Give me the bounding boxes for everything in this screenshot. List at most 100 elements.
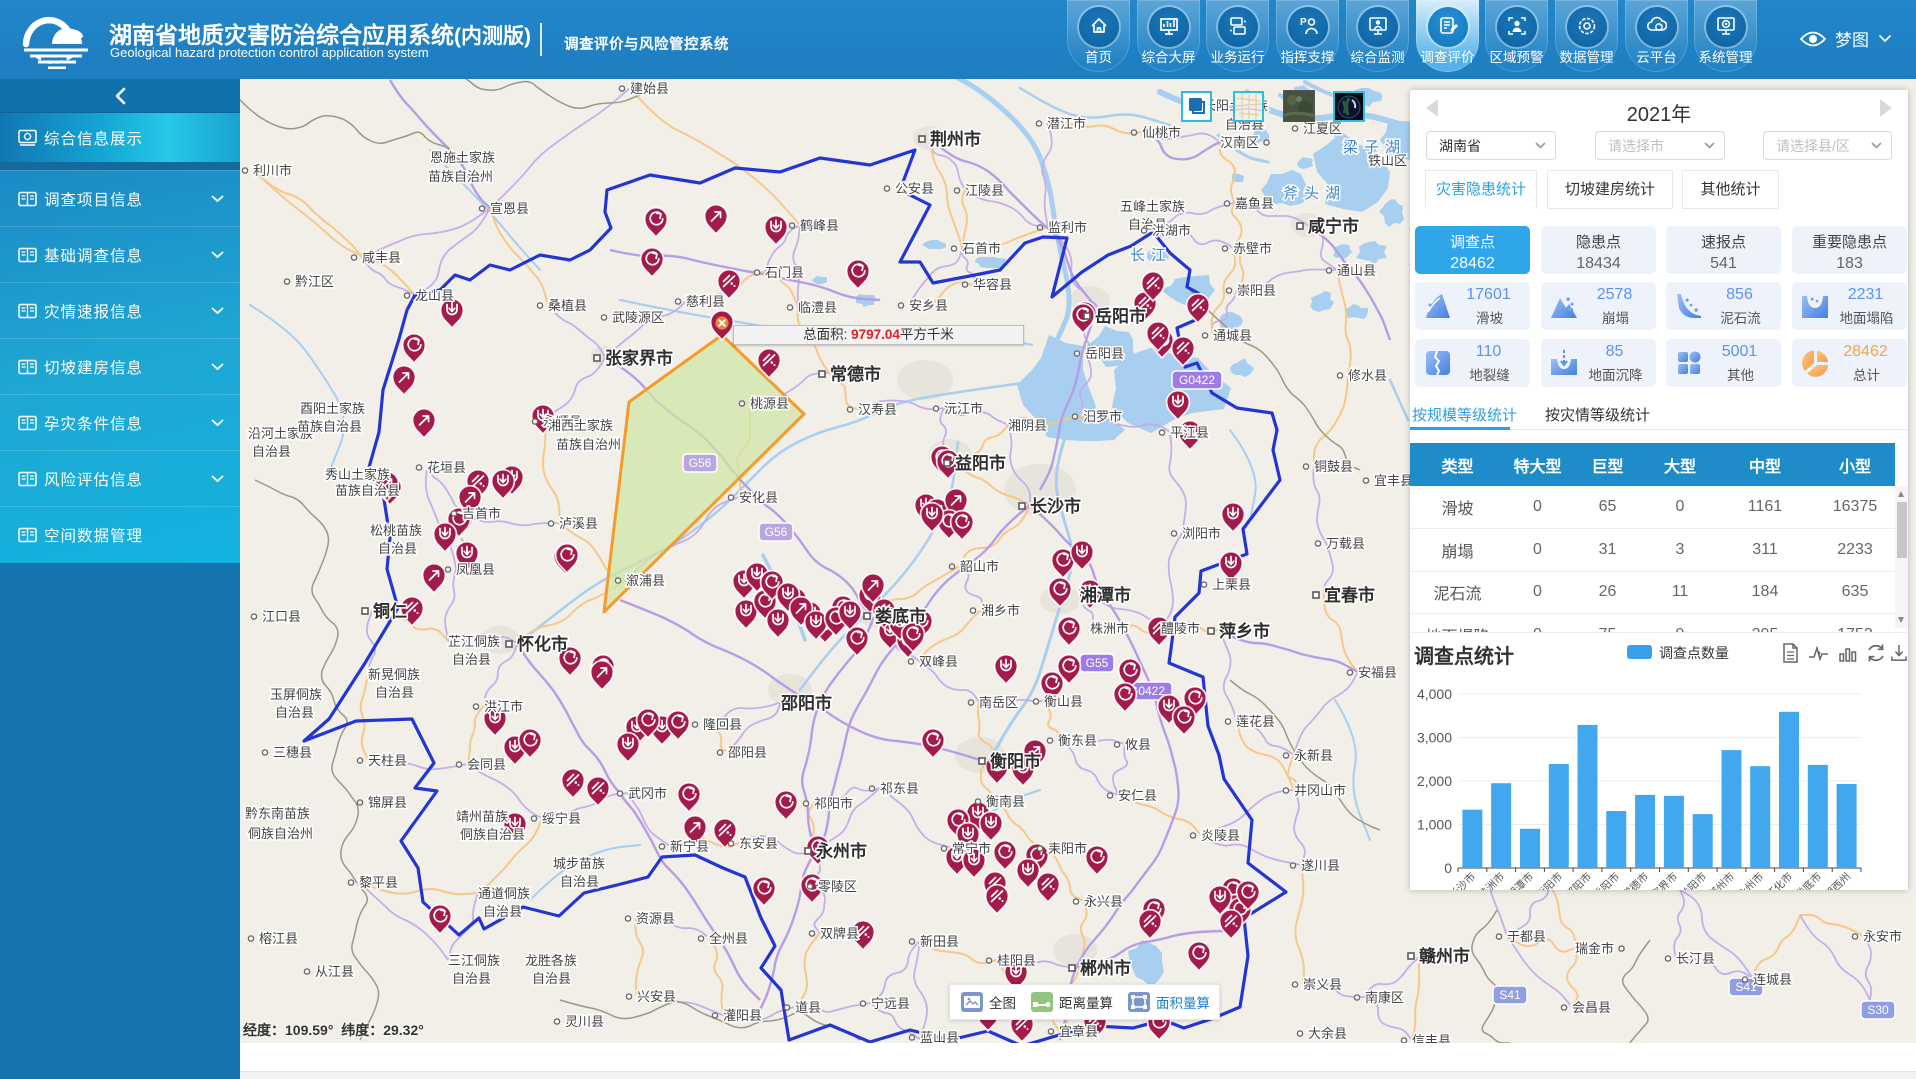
svg-text:湘潭市: 湘潭市 [1080,585,1131,605]
svg-text:道县: 道县 [795,1000,821,1015]
svg-text:江夏区: 江夏区 [1303,121,1342,136]
svg-text:怀化市: 怀化市 [517,634,568,654]
svg-text:遂川县: 遂川县 [1301,858,1340,873]
svg-text:湘潭市: 湘潭市 [1505,870,1536,890]
svg-text:苗族自治县: 苗族自治县 [335,483,400,498]
svg-text:苗族自治州: 苗族自治州 [556,437,621,452]
svg-text:新田县: 新田县 [920,934,959,949]
svg-text:鹤峰县: 鹤峰县 [800,218,839,233]
svg-text:江陵县: 江陵县 [965,183,1004,198]
svg-text:宣恩县: 宣恩县 [490,201,529,216]
svg-text:醴陵市: 醴陵市 [1161,621,1200,636]
svg-text:湘乡市: 湘乡市 [981,603,1020,618]
svg-text:桑植县: 桑植县 [548,298,587,313]
svg-text:安化县: 安化县 [739,490,778,505]
svg-text:斧头湖: 斧头湖 [1283,185,1346,202]
svg-text:隆回县: 隆回县 [703,717,742,732]
svg-text:苗族自治州: 苗族自治州 [428,169,493,184]
svg-text:怀化市: 怀化市 [1764,870,1795,890]
svg-text:长汀县: 长汀县 [1676,951,1715,966]
svg-text:浏阳市: 浏阳市 [1182,526,1221,541]
svg-text:全州县: 全州县 [709,931,748,946]
svg-text:祁东县: 祁东县 [880,781,919,796]
svg-text:龙山县: 龙山县 [415,288,454,303]
svg-text:溆浦县: 溆浦县 [626,573,665,588]
svg-text:岳阳市: 岳阳市 [1095,306,1146,326]
svg-text:娄底市: 娄底市 [1793,870,1824,890]
svg-text:P: P [1300,17,1307,28]
svg-text:上栗县: 上栗县 [1212,577,1251,592]
svg-text:株洲市: 株洲市 [1476,870,1507,890]
svg-text:信丰县: 信丰县 [1412,1033,1451,1043]
svg-text:花垣县: 花垣县 [427,460,466,475]
svg-text:赣州市: 赣州市 [1419,946,1470,966]
svg-text:永州市: 永州市 [815,841,867,861]
svg-text:娄底市: 娄底市 [875,606,926,626]
svg-text:祁阳市: 祁阳市 [814,796,853,811]
svg-text:双峰县: 双峰县 [919,654,958,669]
svg-text:黔江区: 黔江区 [295,274,334,289]
svg-text:铜仁: 铜仁 [373,601,407,621]
svg-text:郴州市: 郴州市 [1706,870,1737,890]
svg-text:通山县: 通山县 [1337,263,1376,278]
svg-text:洪湖市: 洪湖市 [1152,223,1191,238]
svg-text:株洲市: 株洲市 [1090,621,1129,636]
svg-text:张家界市: 张家界市 [605,348,673,368]
svg-text:萍乡市: 萍乡市 [1219,621,1270,641]
svg-text:荆州市: 荆州市 [930,129,981,149]
svg-text:益阳市: 益阳市 [955,453,1006,473]
svg-text:衡阳市: 衡阳市 [990,751,1041,771]
svg-text:大余县: 大余县 [1308,1026,1347,1041]
svg-text:汉寿县: 汉寿县 [858,402,897,417]
svg-text:蓝山县: 蓝山县 [920,1030,959,1043]
svg-text:3,000: 3,000 [1417,730,1452,746]
svg-text:武陵源区: 武陵源区 [612,310,664,325]
svg-text:建始县: 建始县 [630,81,669,96]
svg-text:资源县: 资源县 [636,911,675,926]
svg-text:仙桃市: 仙桃市 [1142,125,1181,140]
svg-text:武冈市: 武冈市 [628,786,667,801]
svg-text:崇阳县: 崇阳县 [1237,283,1276,298]
svg-text:从江县: 从江县 [315,964,354,979]
svg-text:榕江县: 榕江县 [259,931,298,946]
svg-text:咸丰县: 咸丰县 [362,250,401,265]
svg-text:井冈山市: 井冈山市 [1294,783,1346,798]
svg-text:宁远县: 宁远县 [871,996,910,1011]
svg-text:S41: S41 [1499,988,1521,1002]
svg-text:长江: 长江 [1130,247,1172,264]
svg-text:洪江市: 洪江市 [484,699,523,714]
svg-text:汉南区: 汉南区 [1220,135,1259,150]
svg-text:玉屏侗族: 玉屏侗族 [270,687,322,702]
svg-text:永安市: 永安市 [1863,929,1902,944]
svg-text:宜春市: 宜春市 [1324,585,1375,605]
svg-text:G0422: G0422 [1179,373,1215,387]
svg-text:赤壁市: 赤壁市 [1233,241,1272,256]
svg-text:南康区: 南康区 [1365,990,1404,1005]
svg-text:东安县: 东安县 [739,836,778,851]
svg-text:绥宁县: 绥宁县 [542,811,581,826]
svg-text:城步苗族: 城步苗族 [553,856,605,871]
svg-text:双牌县: 双牌县 [820,926,859,941]
svg-text:桂阳县: 桂阳县 [997,953,1036,968]
svg-text:慈利县: 慈利县 [686,294,725,309]
svg-text:于都县: 于都县 [1507,929,1546,944]
svg-text:自治县: 自治县 [483,904,522,919]
svg-text:龙胜各族: 龙胜各族 [525,953,577,968]
svg-text:永州市: 永州市 [1735,870,1766,890]
svg-text:临澧县: 临澧县 [798,300,837,315]
svg-text:灌阳县: 灌阳县 [723,1008,762,1023]
svg-text:岳阳市: 岳阳市 [1591,870,1622,890]
svg-text:湘西土家族: 湘西土家族 [548,418,613,433]
svg-text:酉阳土家族: 酉阳土家族 [300,401,365,416]
svg-text:常宁市: 常宁市 [952,841,991,856]
svg-text:华容县: 华容县 [973,277,1012,292]
svg-text:灵川县: 灵川县 [565,1014,604,1029]
svg-text:通城县: 通城县 [1213,328,1252,343]
svg-text:天柱县: 天柱县 [368,753,407,768]
svg-text:自治县: 自治县 [375,685,414,700]
svg-text:永新县: 永新县 [1294,748,1333,763]
svg-text:宜章县: 宜章县 [1059,1024,1098,1039]
svg-text:三江侗族: 三江侗族 [448,953,500,968]
svg-text:崇义县: 崇义县 [1303,977,1342,992]
svg-text:安仁县: 安仁县 [1118,788,1157,803]
